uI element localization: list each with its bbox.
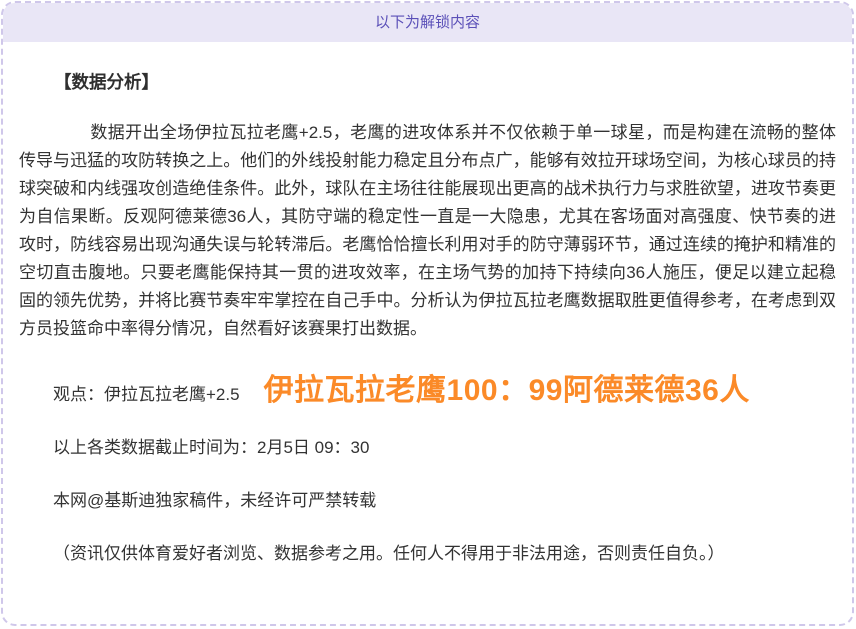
viewpoint-row: 观点：伊拉瓦拉老鹰+2.5 伊拉瓦拉老鹰100：99阿德莱德36人	[19, 365, 836, 409]
viewpoint-label: 观点：伊拉瓦拉老鹰+2.5	[53, 385, 240, 404]
disclaimer-line: （资讯仅供体育爱好者浏览、数据参考之用。任何人不得用于非法用途，否则责任自负。）	[19, 540, 836, 568]
dashed-content-frame: 以下为解锁内容 【数据分析】 数据开出全场伊拉瓦拉老鹰+2.5，老鹰的进攻体系并…	[1, 1, 854, 626]
unlocked-content-page: 以下为解锁内容 【数据分析】 数据开出全场伊拉瓦拉老鹰+2.5，老鹰的进攻体系并…	[0, 0, 856, 629]
section-heading-data-analysis: 【数据分析】	[19, 69, 836, 94]
score-prediction-highlight: 伊拉瓦拉老鹰100：99阿德莱德36人	[264, 374, 750, 407]
copyright-notice: 本网@基斯迪独家稿件，未经许可严禁转载	[19, 487, 836, 515]
analysis-paragraph: 数据开出全场伊拉瓦拉老鹰+2.5，老鹰的进攻体系并不仅依赖于单一球星，而是构建在…	[19, 119, 836, 343]
article-body: 【数据分析】 数据开出全场伊拉瓦拉老鹰+2.5，老鹰的进攻体系并不仅依赖于单一球…	[3, 69, 852, 568]
data-cutoff-line: 以上各类数据截止时间为：2月5日 09：30	[19, 434, 836, 462]
unlock-banner: 以下为解锁内容	[3, 3, 852, 42]
